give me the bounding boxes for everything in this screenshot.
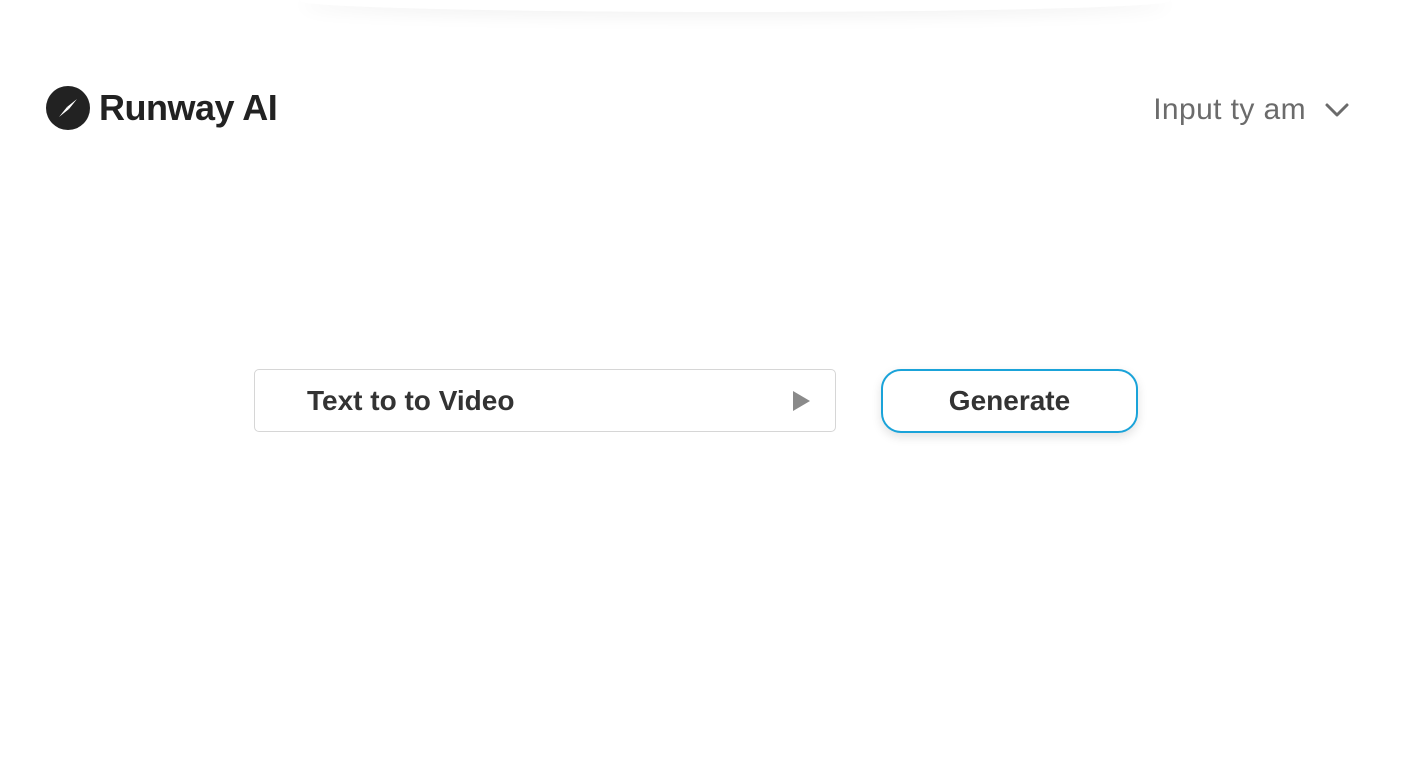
compass-icon <box>46 86 90 130</box>
app-page: Runway AI Input ty am Text to to Video G… <box>0 0 1408 768</box>
play-icon[interactable] <box>791 389 811 413</box>
prompt-input-value: Text to to Video <box>307 384 515 416</box>
prompt-input[interactable]: Text to to Video <box>254 369 836 432</box>
chevron-down-icon <box>1324 101 1350 119</box>
brand[interactable]: Runway AI <box>46 86 278 130</box>
top-edge-shadow <box>300 0 1170 12</box>
input-type-dropdown[interactable]: Input ty am <box>1153 93 1350 127</box>
brand-name: Runway AI <box>99 87 278 128</box>
generate-button[interactable]: Generate <box>881 369 1138 433</box>
input-type-label: Input ty am <box>1153 93 1306 126</box>
